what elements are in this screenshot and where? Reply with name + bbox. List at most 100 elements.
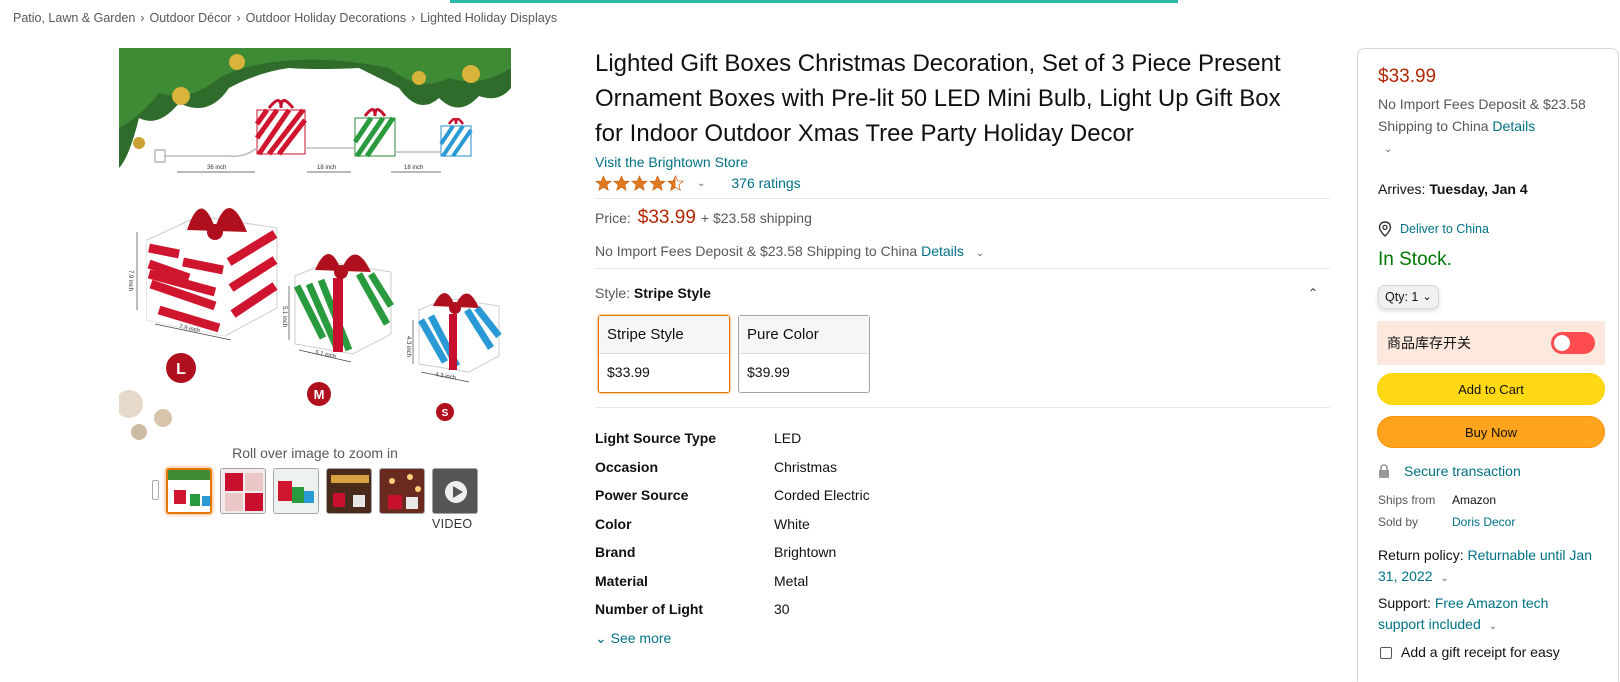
quantity-select[interactable]: Qty: 1 ⌄ (1378, 284, 1439, 309)
toggle-knob (1554, 334, 1570, 351)
spec-row: Material Metal (595, 573, 1330, 602)
divider (595, 268, 1330, 269)
buy-now-button[interactable]: Buy Now (1377, 415, 1605, 448)
product-title: Lighted Gift Boxes Christmas Decoration,… (595, 50, 1281, 147)
dim-label: 4.3 inch (405, 336, 411, 357)
small-box-green (352, 108, 396, 158)
qty-label: Qty: (1385, 289, 1408, 304)
spec-row: Brand Brightown (595, 544, 1330, 573)
style-label: Style: Stripe Style (595, 285, 711, 301)
inventory-toggle[interactable] (1551, 331, 1595, 354)
thumbnail-1[interactable] (166, 468, 212, 514)
swatch-pure-color[interactable]: Pure Color $39.99 (738, 315, 870, 393)
chevron-down-icon[interactable]: ⌄ (976, 248, 984, 259)
chevron-down-icon[interactable]: ⌄ (1440, 573, 1448, 584)
secure-transaction-link[interactable]: Secure transaction (1378, 463, 1598, 479)
thumbnail-indicator (152, 480, 159, 500)
stock-status: In Stock. (1378, 248, 1452, 270)
selected-style: Stripe Style (633, 285, 711, 301)
chevron-down-icon[interactable]: ⌄ (1384, 144, 1392, 155)
spec-value: Corded Electric (774, 487, 870, 503)
spec-key: Light Source Type (595, 430, 717, 446)
details-link[interactable]: Details (921, 243, 964, 259)
add-to-cart-button[interactable]: Add to Cart (1377, 372, 1605, 405)
arrives-date: Tuesday, Jan 4 (1429, 180, 1528, 197)
thumbnail-video[interactable] (432, 468, 478, 514)
small-box-blue (439, 117, 473, 158)
dim-label: 18 inch (317, 165, 336, 171)
ships-from-value: Amazon (1452, 492, 1497, 507)
breadcrumb-separator: › (236, 11, 241, 25)
buybox-price: $33.99 (1378, 66, 1437, 87)
import-fees-row: No Import Fees Deposit & $23.58 Shipping… (595, 243, 1330, 265)
dim-label: 18 inch (404, 165, 423, 171)
dim-label: 4.3 inch (435, 372, 457, 382)
style-row[interactable]: Style: Stripe Style ⌃ (595, 281, 1330, 305)
spec-value: Brightown (774, 544, 837, 560)
chevron-down-icon: ⌄ (1422, 291, 1432, 303)
small-box-red (254, 99, 307, 156)
see-more-link[interactable]: ⌄ See more (595, 630, 1330, 647)
divider (595, 198, 1330, 199)
half-star-icon (667, 174, 684, 191)
gift-receipt-label: Add a gift receipt for easy (1401, 643, 1560, 660)
dim-label: 36 inch (207, 165, 226, 171)
breadcrumb-item[interactable]: Outdoor Holiday Decorations (246, 11, 407, 25)
lock-icon (1379, 463, 1389, 478)
spec-value: Metal (774, 572, 809, 589)
breadcrumb: Patio, Lawn & Garden › Outdoor Décor › Outdo… (13, 11, 557, 25)
gift-receipt-checkbox[interactable] (1380, 646, 1392, 659)
store-link[interactable]: Visit the Brightown Store (595, 154, 1330, 170)
thumbnail-2[interactable] (220, 468, 266, 514)
price-value: $33.99 (637, 207, 696, 228)
swatch-name: Stripe Style (599, 316, 729, 354)
video-label: VIDEO (432, 517, 473, 531)
spec-key: Occasion (595, 458, 659, 475)
dim-label: 5.1 inch (281, 306, 287, 327)
chevron-down-icon[interactable]: ⌄ (697, 178, 705, 189)
breadcrumb-item[interactable]: Outdoor Décor (149, 11, 231, 25)
sold-by-label: Sold by (1378, 514, 1419, 529)
breadcrumb-separator: › (140, 11, 145, 25)
gift-receipt-row[interactable]: Add a gift receipt for easy (1378, 644, 1598, 660)
product-illustration: 36 inch 18 inch 18 inch 7.9 inch 7.9 inc… (119, 48, 511, 440)
breadcrumb-item[interactable]: Patio, Lawn & Garden (13, 11, 135, 25)
arrives-row: Arrives: Tuesday, Jan 4 (1378, 181, 1598, 197)
seller-link[interactable]: Doris Decor (1452, 515, 1515, 529)
spec-value: 30 (774, 601, 790, 617)
spec-value: Christmas (774, 458, 838, 475)
toggle-label: 商品库存开关 (1387, 334, 1471, 351)
sold-by-row: Sold by Doris Decor (1378, 515, 1598, 529)
details-link[interactable]: Details (1492, 118, 1535, 134)
spec-row: Color White (595, 516, 1330, 545)
chevron-down-icon[interactable]: ⌄ (1489, 621, 1497, 632)
size-badge-s: S (442, 408, 449, 419)
swatch-price: $39.99 (747, 364, 790, 380)
size-badge-l: L (176, 361, 186, 378)
deliver-to-link[interactable]: Deliver to China (1378, 220, 1598, 237)
spec-key: Power Source (595, 487, 689, 503)
spec-key: Material (595, 572, 648, 589)
breadcrumb-item[interactable]: Lighted Holiday Displays (420, 11, 557, 25)
product-details: Lighted Gift Boxes Christmas Decoration,… (595, 46, 1330, 647)
swatch-name: Pure Color (739, 316, 869, 354)
spec-row: Light Source Type LED (595, 430, 1330, 459)
thumbnail-image (168, 470, 210, 506)
main-product-image[interactable]: 36 inch 18 inch 18 inch 7.9 inch 7.9 inc… (119, 48, 511, 440)
ships-from-label: Ships from (1378, 492, 1436, 507)
ratings-count-link[interactable]: 376 ratings (731, 175, 800, 191)
spec-table: Light Source Type LED Occasion Christmas P… (595, 430, 1330, 630)
import-fees-text: No Import Fees Deposit & $23.58 Shipping… (595, 243, 918, 259)
swatch-stripe-style[interactable]: Stripe Style $33.99 (598, 315, 730, 393)
star-rating[interactable] (595, 174, 685, 192)
support-row: Support: Free Amazon tech support includ… (1378, 593, 1598, 638)
thumbnail-5[interactable] (379, 468, 425, 514)
chevron-up-icon[interactable]: ⌃ (1308, 286, 1318, 300)
small-gift-box (417, 293, 502, 373)
dim-label: 7.9 inch (127, 270, 133, 291)
spec-key: Brand (595, 544, 636, 560)
thumbnail-3[interactable] (273, 468, 319, 514)
zoom-hint: Roll over image to zoom in (232, 445, 398, 461)
star-icon (649, 174, 666, 191)
thumbnail-4[interactable] (326, 468, 372, 514)
